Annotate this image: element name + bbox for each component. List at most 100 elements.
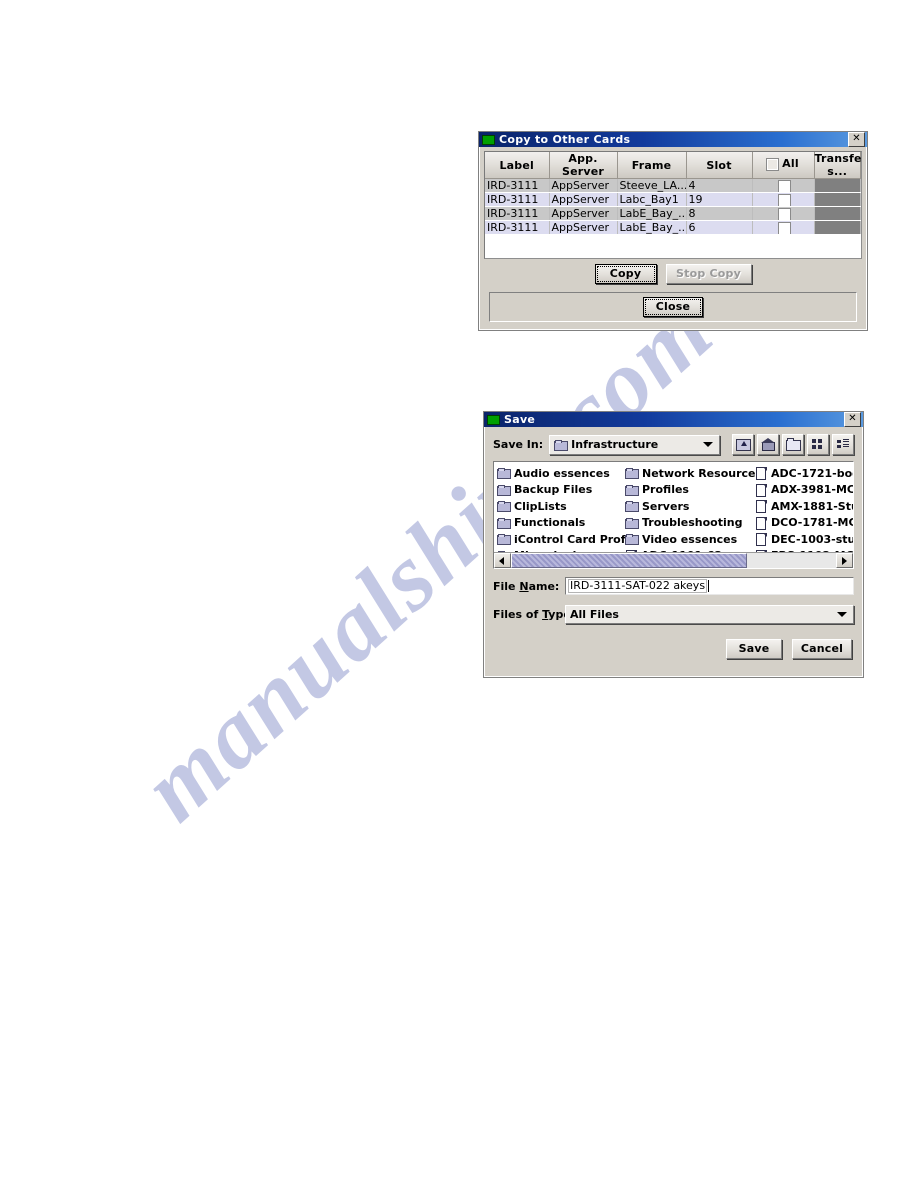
close-icon[interactable]: ✕ xyxy=(848,132,865,147)
list-item[interactable]: Servers xyxy=(625,498,755,515)
select-all-checkbox[interactable] xyxy=(767,158,779,170)
document-icon xyxy=(756,467,767,481)
cell-frame: LabE_Bay_... xyxy=(617,206,687,221)
cell-select[interactable] xyxy=(752,206,815,221)
app-icon xyxy=(482,134,495,145)
scrollbar-track[interactable] xyxy=(511,553,836,568)
home-icon[interactable] xyxy=(757,434,779,455)
save-in-label: Save In: xyxy=(493,438,544,451)
table-row[interactable]: IRD-3111 AppServer Labc_Bay1 19 xyxy=(485,192,861,207)
cell-select[interactable] xyxy=(752,220,815,235)
chevron-down-icon[interactable] xyxy=(837,611,847,617)
cancel-button[interactable]: Cancel xyxy=(792,639,852,659)
cell-app-server: AppServer xyxy=(549,192,618,207)
save-dialog-actions: Save Cancel xyxy=(493,639,854,659)
file-item-label: Audio essences xyxy=(514,466,610,480)
document-icon xyxy=(756,533,767,547)
table-row[interactable]: IRD-3111 AppServer LabE_Bay_... 8 xyxy=(485,206,861,221)
list-item[interactable]: Functionals xyxy=(497,515,625,532)
close-icon[interactable]: ✕ xyxy=(844,412,861,427)
file-item-label: ADC-1721-booth3 xyxy=(771,466,853,480)
row-checkbox[interactable] xyxy=(778,195,790,206)
list-item[interactable]: DCO-1781-MCR_r xyxy=(755,515,853,532)
row-checkbox[interactable] xyxy=(778,209,790,220)
column-header-slot[interactable]: Slot xyxy=(686,152,753,179)
list-item[interactable]: Video essences xyxy=(625,531,755,548)
save-in-row: Save In: Infrastructure xyxy=(493,434,854,455)
table-row[interactable]: IRD-3111 AppServer LabE_Bay_... 6 xyxy=(485,220,861,235)
save-dialog-title: Save xyxy=(504,413,536,426)
files-of-type-combo[interactable]: All Files xyxy=(565,604,854,624)
folder-icon xyxy=(497,517,511,529)
file-list-horizontal-scrollbar[interactable] xyxy=(494,552,853,568)
scroll-right-button[interactable] xyxy=(836,553,853,568)
list-item[interactable]: Backup Files xyxy=(497,482,625,499)
copy-button[interactable]: Copy xyxy=(594,264,657,284)
file-list-pane: Audio essences Backup Files ClipLists Fu… xyxy=(493,461,854,569)
file-name-value: IRD-3111-SAT-022 akeys xyxy=(568,579,708,593)
column-header-app-server[interactable]: App. Server xyxy=(549,152,618,179)
copy-dialog-titlebar[interactable]: Copy to Other Cards ✕ xyxy=(479,132,867,147)
cell-frame: Labc_Bay1 xyxy=(617,192,687,207)
file-item-label: Functionals xyxy=(514,516,586,530)
column-header-label[interactable]: Label xyxy=(485,152,550,179)
save-in-combo[interactable]: Infrastructure xyxy=(549,434,720,455)
scroll-left-button[interactable] xyxy=(494,553,511,568)
list-item[interactable]: ADX-3981-MCR fe xyxy=(755,482,853,499)
file-item-label: Video essences xyxy=(642,532,738,546)
file-item-label: Backup Files xyxy=(514,483,593,497)
folder-icon xyxy=(497,501,511,513)
column-header-all[interactable]: All xyxy=(752,152,815,179)
cell-frame: LabE_Bay_... xyxy=(617,220,687,235)
row-checkbox[interactable] xyxy=(778,181,790,192)
document-icon xyxy=(756,483,767,497)
cell-select[interactable] xyxy=(752,192,815,207)
table-header-row: Label App. Server Frame Slot All Transfe… xyxy=(485,152,861,179)
app-icon xyxy=(487,414,500,425)
text-caret xyxy=(708,580,710,592)
copy-action-row: Copy Stop Copy xyxy=(484,259,862,289)
document-icon xyxy=(756,500,767,514)
list-item[interactable]: ClipLists xyxy=(497,498,625,515)
up-one-level-icon[interactable] xyxy=(732,434,754,455)
cell-select[interactable] xyxy=(752,178,815,193)
list-item[interactable]: iControl Card Profiles xyxy=(497,531,625,548)
save-dialog: Save ✕ Save In: Infrastructure Audio ess xyxy=(483,411,864,678)
cell-slot: 8 xyxy=(686,206,753,221)
cell-slot: 19 xyxy=(686,192,753,207)
cell-transfer-status xyxy=(814,192,861,207)
list-item[interactable]: ADC-1721-booth3 xyxy=(755,465,853,482)
row-checkbox[interactable] xyxy=(778,223,790,234)
create-new-folder-icon[interactable] xyxy=(782,434,804,455)
column-header-transfer-status[interactable]: Transfer s... xyxy=(814,152,861,179)
column-header-frame[interactable]: Frame xyxy=(617,152,687,179)
list-item[interactable]: Network Resources xyxy=(625,465,755,482)
cell-app-server: AppServer xyxy=(549,206,618,221)
folder-icon xyxy=(497,534,511,546)
save-button[interactable]: Save xyxy=(726,639,782,659)
chevron-down-icon[interactable] xyxy=(703,442,713,447)
list-item[interactable]: Audio essences xyxy=(497,465,625,482)
cards-table-body: IRD-3111 AppServer Steeve_LA... 4 IRD-31… xyxy=(485,178,861,235)
list-item[interactable]: DEC-1003-studio 2 xyxy=(755,531,853,548)
save-dialog-titlebar[interactable]: Save ✕ xyxy=(484,412,863,427)
file-item-label: Troubleshooting xyxy=(642,516,743,530)
file-item-label: ADX-3981-MCR fe xyxy=(771,483,853,497)
close-panel: Close xyxy=(489,292,857,322)
file-name-input[interactable]: IRD-3111-SAT-022 akeys xyxy=(565,577,854,595)
file-item-label: DCO-1781-MCR_r xyxy=(771,516,853,530)
folder-icon xyxy=(497,484,511,496)
scrollbar-thumb[interactable] xyxy=(511,553,747,568)
list-item[interactable]: AMX-1881-Studio xyxy=(755,498,853,515)
table-row[interactable]: IRD-3111 AppServer Steeve_LA... 4 xyxy=(485,178,861,193)
list-item[interactable]: Troubleshooting xyxy=(625,515,755,532)
details-view-icon[interactable] xyxy=(832,434,854,455)
cards-table-wrapper: Label App. Server Frame Slot All Transfe… xyxy=(484,151,862,259)
list-item[interactable]: Profiles xyxy=(625,482,755,499)
folder-icon xyxy=(497,468,511,480)
file-name-row: File Name: IRD-3111-SAT-022 akeys xyxy=(493,575,854,597)
list-view-icon[interactable] xyxy=(807,434,829,455)
document-icon xyxy=(756,516,767,530)
cell-label: IRD-3111 xyxy=(485,206,550,221)
close-button[interactable]: Close xyxy=(643,297,703,317)
